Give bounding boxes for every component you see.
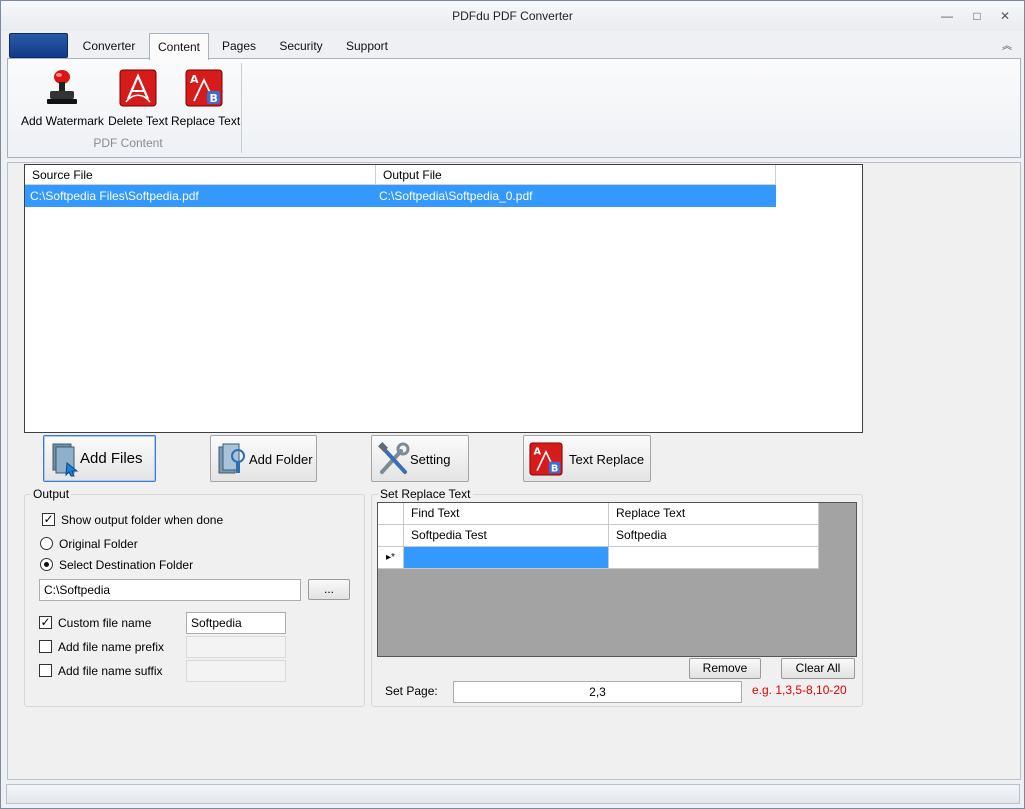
window-title: PDFdu PDF Converter xyxy=(452,9,573,23)
file-name-suffix-checkbox[interactable] xyxy=(39,664,52,677)
set-page-label: Set Page: xyxy=(385,684,438,698)
tab-converter[interactable]: Converter xyxy=(71,36,147,58)
status-bar xyxy=(6,784,1020,804)
file-name-prefix-label: Add file name prefix xyxy=(58,640,165,654)
setting-label: Setting xyxy=(410,452,451,467)
original-folder-label: Original Folder xyxy=(59,537,138,551)
tools-icon xyxy=(377,441,411,477)
replace-text-label: Replace Text xyxy=(171,114,241,128)
replace-text-grid[interactable]: Find Text Replace Text Softpedia Test So… xyxy=(377,502,857,657)
column-header-find-text[interactable]: Find Text xyxy=(404,503,609,525)
add-files-button[interactable]: Add Files xyxy=(43,435,156,482)
column-header-replace-text[interactable]: Replace Text xyxy=(609,503,819,525)
set-page-input[interactable]: 2,3 xyxy=(453,681,742,703)
clear-all-button[interactable]: Clear All xyxy=(781,658,855,679)
add-watermark-label: Add Watermark xyxy=(21,114,104,128)
column-header-source-file[interactable]: Source File xyxy=(25,165,376,185)
file-name-prefix-input[interactable] xyxy=(186,636,286,658)
tab-pages[interactable]: Pages xyxy=(213,36,265,58)
stamp-icon xyxy=(43,69,81,107)
ribbon-tab-bar: Converter Content Pages Security Support… xyxy=(7,32,1021,60)
collapse-ribbon-icon[interactable]: ︽ xyxy=(1002,37,1012,52)
custom-file-name-input[interactable]: Softpedia xyxy=(186,612,286,634)
tab-content[interactable]: Content xyxy=(149,33,209,60)
replace-text-icon: A B xyxy=(185,69,223,107)
maximize-icon[interactable]: □ xyxy=(969,9,985,23)
page-range-example: e.g. 1,3,5-8,10-20 xyxy=(752,683,847,697)
file-name-suffix-input[interactable] xyxy=(186,660,286,682)
replace-text-cell[interactable]: Softpedia xyxy=(609,525,819,547)
select-destination-label: Select Destination Folder xyxy=(59,558,194,572)
add-files-icon xyxy=(49,441,83,477)
svg-text:B: B xyxy=(210,92,218,105)
show-output-folder-checkbox[interactable]: ✓ xyxy=(42,513,55,526)
custom-file-name-checkbox[interactable]: ✓ xyxy=(39,616,52,629)
ribbon-group-label: PDF Content xyxy=(93,136,163,150)
destination-path-input[interactable]: C:\Softpedia xyxy=(39,579,301,601)
add-folder-label: Add Folder xyxy=(249,452,313,467)
file-name-suffix-label: Add file name suffix xyxy=(58,664,163,678)
setting-button[interactable]: Setting xyxy=(371,435,469,482)
file-list-grid[interactable]: Source File Output File C:\Softpedia Fil… xyxy=(24,164,863,433)
table-row[interactable]: C:\Softpedia Files\Softpedia.pdf C:\Soft… xyxy=(25,185,776,207)
remove-button[interactable]: Remove xyxy=(689,658,761,679)
source-file-cell: C:\Softpedia Files\Softpedia.pdf xyxy=(30,189,199,203)
replace-text-group-title: Set Replace Text xyxy=(378,487,473,501)
add-folder-icon xyxy=(216,441,250,477)
tab-support[interactable]: Support xyxy=(339,36,395,58)
row-header[interactable] xyxy=(378,525,404,547)
tab-security[interactable]: Security xyxy=(271,36,331,58)
new-replace-text-cell[interactable] xyxy=(609,547,819,569)
new-find-text-cell[interactable] xyxy=(404,547,609,569)
close-icon[interactable]: ✕ xyxy=(997,9,1013,23)
text-replace-label: Text Replace xyxy=(569,452,645,467)
application-menu-button[interactable] xyxy=(9,33,68,58)
grid-corner xyxy=(378,503,404,525)
add-files-label: Add Files xyxy=(80,450,143,467)
replace-text-icon: A B xyxy=(529,441,563,477)
delete-text-label: Delete Text xyxy=(108,114,168,128)
svg-text:A: A xyxy=(190,73,199,86)
select-destination-radio[interactable] xyxy=(40,558,53,571)
show-output-folder-label: Show output folder when done xyxy=(61,513,224,527)
original-folder-radio[interactable] xyxy=(40,537,53,550)
file-name-prefix-checkbox[interactable] xyxy=(39,640,52,653)
output-file-cell: C:\Softpedia\Softpedia_0.pdf xyxy=(379,189,533,203)
add-watermark-button[interactable]: Add Watermark xyxy=(21,69,104,131)
ribbon-panel: Add Watermark Delete Text A B Replace Te… xyxy=(7,58,1021,158)
minimize-icon[interactable]: — xyxy=(939,9,955,23)
output-group-title: Output xyxy=(31,487,72,501)
custom-file-name-label: Custom file name xyxy=(58,616,152,630)
find-text-cell[interactable]: Softpedia Test xyxy=(404,525,609,547)
column-header-output-file[interactable]: Output File xyxy=(376,165,776,185)
delete-text-icon xyxy=(119,69,157,107)
svg-text:A: A xyxy=(533,447,541,458)
title-bar: PDFdu PDF Converter — □ ✕ xyxy=(1,1,1024,31)
text-replace-button[interactable]: A B Text Replace xyxy=(523,435,651,482)
svg-text:B: B xyxy=(551,464,559,475)
new-row-marker[interactable]: ▸* xyxy=(378,547,404,569)
delete-text-button[interactable]: Delete Text xyxy=(106,69,170,131)
replace-text-button[interactable]: A B Replace Text xyxy=(171,69,241,131)
browse-button[interactable]: ... xyxy=(308,579,350,600)
add-folder-button[interactable]: Add Folder xyxy=(210,435,317,482)
